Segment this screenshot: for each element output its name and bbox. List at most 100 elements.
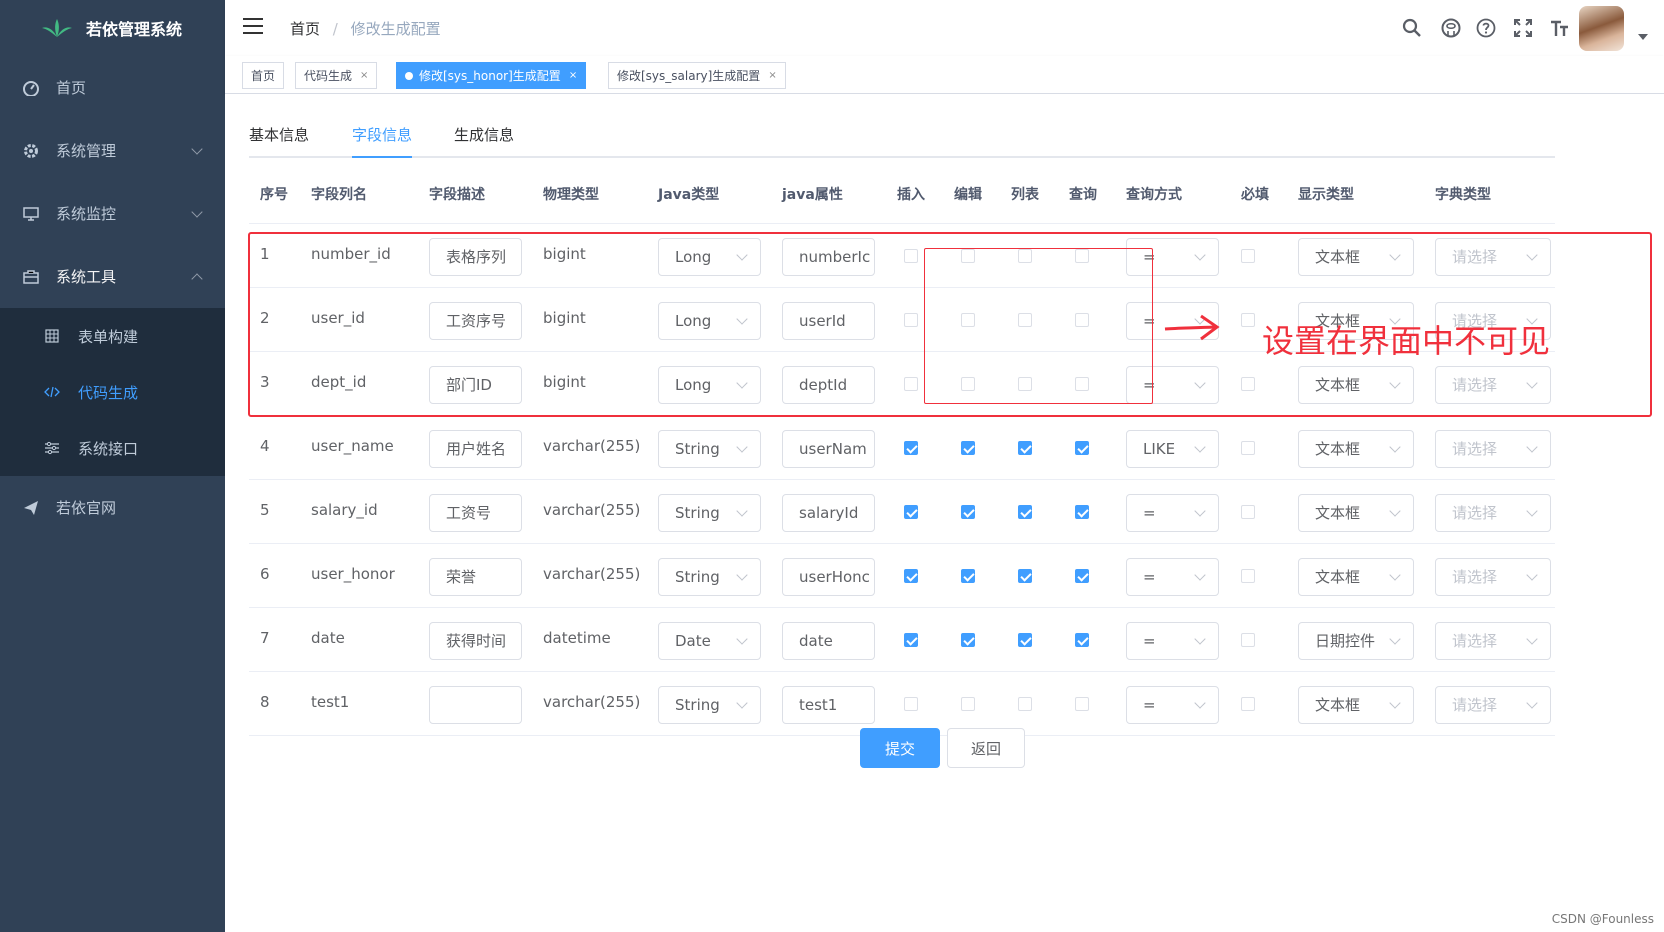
select-value: String xyxy=(675,696,720,714)
column-header: 编辑 xyxy=(954,187,982,203)
checkbox-ins[interactable] xyxy=(904,633,918,647)
query-mode-select[interactable]: = xyxy=(1126,494,1219,532)
checkbox-query[interactable] xyxy=(1075,441,1089,455)
sidebar-item-system-api[interactable]: 系统接口 xyxy=(0,420,225,476)
checkbox-ins[interactable] xyxy=(904,697,918,711)
checkbox-edit[interactable] xyxy=(961,441,975,455)
query-mode-select[interactable]: = xyxy=(1126,558,1219,596)
tag-home[interactable]: 首页 xyxy=(242,62,285,89)
field-desc-input[interactable]: 获得时间 xyxy=(429,622,522,660)
column-header: 物理类型 xyxy=(543,187,599,203)
select-value: = xyxy=(1143,696,1156,714)
checkbox-list[interactable] xyxy=(1018,633,1032,647)
dict-type-select[interactable]: 请选择 xyxy=(1435,494,1551,532)
sidebar-item-form-builder[interactable]: 表单构建 xyxy=(0,308,225,364)
java-type-select[interactable]: String xyxy=(658,494,761,532)
tab-gen-info[interactable]: 生成信息 xyxy=(454,124,514,158)
checkbox-required[interactable] xyxy=(1241,441,1255,455)
sidebar-item-code-gen[interactable]: 代码生成 xyxy=(0,364,225,420)
display-type-select[interactable]: 文本框 xyxy=(1298,494,1414,532)
checkbox-query[interactable] xyxy=(1075,569,1089,583)
checkbox-list[interactable] xyxy=(1018,569,1032,583)
display-type-select[interactable]: 文本框 xyxy=(1298,686,1414,724)
sidebar-item-system-management[interactable]: 系统管理 xyxy=(0,119,225,182)
hamburger-icon[interactable] xyxy=(243,18,263,36)
java-prop-input[interactable]: userHonc xyxy=(782,558,875,596)
dict-type-select[interactable]: 请选择 xyxy=(1435,622,1551,660)
java-prop-input[interactable]: userNam xyxy=(782,430,875,468)
breadcrumb-home[interactable]: 首页 xyxy=(290,20,320,38)
checkbox-required[interactable] xyxy=(1241,505,1255,519)
checkbox-query[interactable] xyxy=(1075,697,1089,711)
query-mode-select[interactable]: = xyxy=(1126,686,1219,724)
field-desc-input[interactable]: 用户姓名 xyxy=(429,430,522,468)
sidebar-item-home[interactable]: 首页 xyxy=(0,56,225,119)
sidebar-item-system-tools[interactable]: 系统工具 xyxy=(0,245,225,308)
app-logo[interactable]: 若依管理系统 xyxy=(0,0,225,56)
chevron-down-icon xyxy=(1389,441,1401,453)
sidebar-item-system-monitor[interactable]: 系统监控 xyxy=(0,182,225,245)
tab-field-info[interactable]: 字段信息 xyxy=(352,124,413,158)
close-icon[interactable]: × xyxy=(569,70,577,81)
checkbox-required[interactable] xyxy=(1241,697,1255,711)
java-type-select[interactable]: String xyxy=(658,430,761,468)
field-desc-input[interactable]: 工资号 xyxy=(429,494,522,532)
dashboard-icon xyxy=(22,79,40,97)
tag-sys-honor[interactable]: 修改[sys_honor]生成配置 × xyxy=(396,62,587,89)
checkbox-query[interactable] xyxy=(1075,633,1089,647)
query-mode-select[interactable]: = xyxy=(1126,622,1219,660)
checkbox-ins[interactable] xyxy=(904,569,918,583)
checkbox-edit[interactable] xyxy=(961,697,975,711)
avatar[interactable] xyxy=(1579,6,1624,51)
tag-label: 修改[sys_salary]生成配置 xyxy=(617,69,761,83)
close-icon[interactable]: × xyxy=(768,70,776,81)
java-type-select[interactable]: String xyxy=(658,558,761,596)
checkbox-required[interactable] xyxy=(1241,633,1255,647)
java-type-select[interactable]: Date xyxy=(658,622,761,660)
display-type-select[interactable]: 文本框 xyxy=(1298,558,1414,596)
dict-type-select[interactable]: 请选择 xyxy=(1435,430,1551,468)
dict-type-select[interactable]: 请选择 xyxy=(1435,558,1551,596)
github-icon[interactable] xyxy=(1439,16,1463,40)
column-header: 查询 xyxy=(1069,187,1097,203)
help-icon[interactable] xyxy=(1474,16,1498,40)
display-type-select[interactable]: 文本框 xyxy=(1298,430,1414,468)
dict-type-select[interactable]: 请选择 xyxy=(1435,686,1551,724)
chevron-down-icon xyxy=(1526,505,1538,517)
checkbox-ins[interactable] xyxy=(904,441,918,455)
field-desc-input[interactable] xyxy=(429,686,522,724)
checkbox-list[interactable] xyxy=(1018,697,1032,711)
submit-button[interactable]: 提交 xyxy=(860,728,940,768)
select-placeholder: 请选择 xyxy=(1452,504,1498,522)
java-prop-input[interactable]: date xyxy=(782,622,875,660)
field-desc-input[interactable]: 荣誉 xyxy=(429,558,522,596)
checkbox-edit[interactable] xyxy=(961,569,975,583)
tab-basic-info[interactable]: 基本信息 xyxy=(249,124,309,158)
tag-code-gen[interactable]: 代码生成 × xyxy=(295,62,378,89)
checkbox-query[interactable] xyxy=(1075,505,1089,519)
back-button[interactable]: 返回 xyxy=(947,728,1025,768)
checkbox-required[interactable] xyxy=(1241,569,1255,583)
sidebar-item-label: 表单构建 xyxy=(78,327,139,346)
font-size-icon[interactable] xyxy=(1547,16,1571,40)
checkbox-edit[interactable] xyxy=(961,505,975,519)
tag-sys-salary[interactable]: 修改[sys_salary]生成配置 × xyxy=(608,62,786,89)
checkbox-ins[interactable] xyxy=(904,505,918,519)
fullscreen-icon[interactable] xyxy=(1511,16,1535,40)
checkbox-list[interactable] xyxy=(1018,505,1032,519)
checkbox-list[interactable] xyxy=(1018,441,1032,455)
java-prop-input[interactable]: test1 xyxy=(782,686,875,724)
query-mode-select[interactable]: LIKE xyxy=(1126,430,1219,468)
java-type-select[interactable]: String xyxy=(658,686,761,724)
display-type-select[interactable]: 日期控件 xyxy=(1298,622,1414,660)
caret-down-icon[interactable] xyxy=(1638,34,1648,40)
sidebar-item-ruoyi-site[interactable]: 若依官网 xyxy=(0,476,225,539)
search-icon[interactable] xyxy=(1400,16,1424,40)
column-header: 显示类型 xyxy=(1298,187,1354,203)
java-prop-input[interactable]: salaryId xyxy=(782,494,875,532)
table-row: 4 user_name 用户姓名 varchar(255) String userNam L… xyxy=(249,416,1555,480)
close-icon[interactable]: × xyxy=(360,70,368,81)
select-placeholder: 请选择 xyxy=(1452,440,1498,458)
checkbox-edit[interactable] xyxy=(961,633,975,647)
seq-cell: 7 xyxy=(260,629,270,647)
